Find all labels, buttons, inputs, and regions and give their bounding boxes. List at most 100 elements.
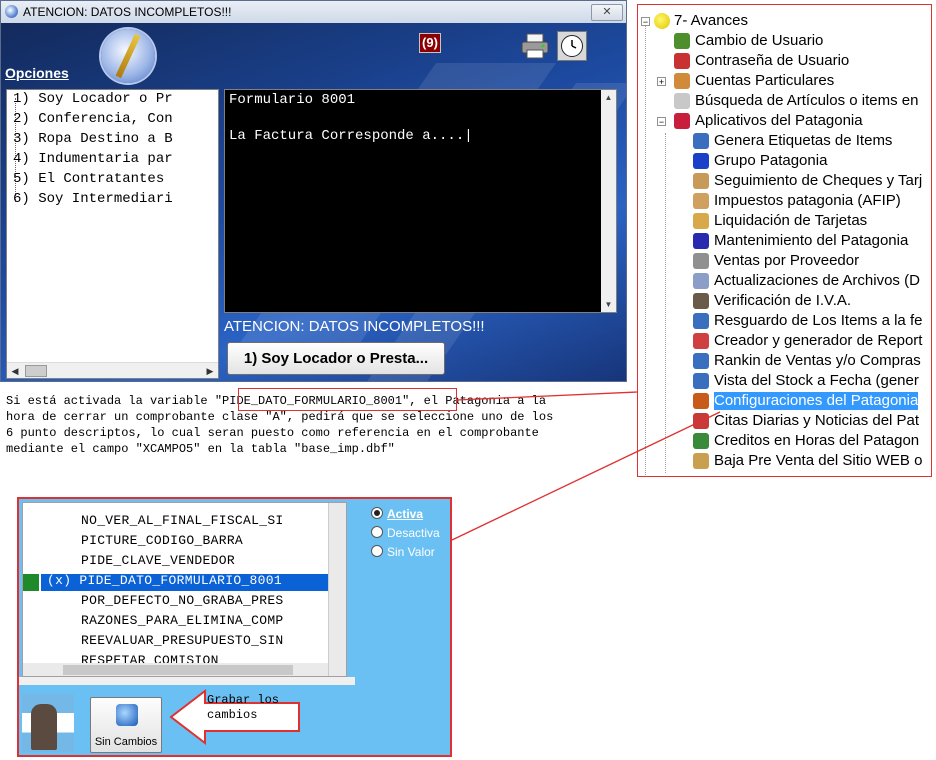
option-item-6[interactable]: 6) Soy Intermediari (13, 191, 173, 207)
radio-dot-checked[interactable] (371, 507, 383, 519)
tree-child-item[interactable]: Baja Pre Venta del Sitio WEB o (714, 452, 922, 470)
backup-icon (693, 313, 709, 329)
radio-activa[interactable]: Activa (371, 507, 423, 521)
option-item-1[interactable]: 1) Soy Locador o Pr (13, 91, 173, 107)
param-row[interactable]: POR_DEFECTO_NO_GRABA_PRES (81, 593, 284, 608)
radio-activa-label: Activa (387, 507, 424, 521)
radio-desactiva[interactable]: Desactiva (371, 526, 440, 540)
tree-child-item[interactable]: Resguardo de Los Items a la fe (714, 312, 922, 330)
tree-child-item[interactable]: Vista del Stock a Fecha (gener (714, 372, 919, 390)
opciones-label: Opciones (5, 65, 69, 81)
param-row[interactable]: PIDE_CLAVE_VENDEDOR (81, 553, 235, 568)
web-icon (693, 453, 709, 469)
report-icon (693, 333, 709, 349)
collapse-icon[interactable]: − (641, 17, 650, 27)
ranking-icon (693, 353, 709, 369)
option-item-5[interactable]: 5) El Contratantes (13, 171, 164, 187)
scroll-down-icon[interactable]: ▼ (601, 297, 616, 312)
tree-child-item[interactable]: Rankin de Ventas y/o Compras (714, 352, 921, 370)
tree-child-item[interactable]: Seguimiento de Cheques y Tarj (714, 172, 922, 190)
tree-child-item[interactable]: Actualizaciones de Archivos (D (714, 272, 920, 290)
tree-child-item[interactable]: Grupo Patagonia (714, 152, 827, 170)
param-row[interactable]: NO_VER_AL_FINAL_FISCAL_SI (81, 513, 284, 528)
scroll-right-icon[interactable]: ▶ (202, 363, 218, 378)
update-icon (693, 273, 709, 289)
expand-icon[interactable]: + (657, 77, 666, 87)
count-badge: (9) (419, 33, 441, 53)
tree-line (665, 133, 666, 473)
variable-highlight-box (238, 388, 457, 411)
card-icon (693, 213, 709, 229)
tree-child-item[interactable]: Mantenimiento del Patagonia (714, 232, 908, 250)
option-item-3[interactable]: 3) Ropa Destino a B (13, 131, 173, 147)
horizontal-scrollbar[interactable] (23, 663, 328, 676)
credits-icon (693, 433, 709, 449)
cheque-icon (693, 173, 709, 189)
param-row-selected[interactable]: (x) PIDE_DATO_FORMULARIO_8001 (47, 573, 282, 588)
option-item-2[interactable]: 2) Conferencia, Con (13, 111, 173, 127)
parameters-list[interactable]: NO_VER_AL_FINAL_FISCAL_SI PICTURE_CODIGO… (22, 502, 347, 677)
stock-icon (693, 373, 709, 389)
clock-face (561, 35, 583, 57)
scroll-thumb[interactable] (63, 665, 293, 675)
tree-item[interactable]: Cambio de Usuario (695, 32, 823, 50)
horizontal-scrollbar[interactable]: ◀ ▶ (7, 362, 218, 378)
terminal-line-1: Formulario 8001 (229, 92, 356, 108)
tree-child-item[interactable]: Liquidación de Tarjetas (714, 212, 867, 230)
tree-child-item[interactable]: Citas Diarias y Noticias del Pat (714, 412, 919, 430)
clock-icon[interactable] (557, 31, 587, 61)
tree-item[interactable]: Cuentas Particulares (695, 72, 834, 90)
supplier-icon (693, 253, 709, 269)
tree-item[interactable]: Búsqueda de Artículos o items en (695, 92, 918, 110)
sin-cambios-button[interactable]: Sin Cambios (90, 697, 162, 753)
printer-icon[interactable] (521, 33, 549, 59)
option-item-4[interactable]: 4) Indumentaria par (13, 151, 173, 167)
window-title: ATENCION: DATOS INCOMPLETOS!!! (23, 5, 232, 19)
tree-child-item[interactable]: Ventas por Proveedor (714, 252, 859, 270)
config-window: NO_VER_AL_FINAL_FISCAL_SI PICTURE_CODIGO… (17, 497, 452, 757)
radio-dot[interactable] (371, 545, 383, 557)
param-row[interactable]: PICTURE_CODIGO_BARRA (81, 533, 243, 548)
save-icon (116, 704, 138, 726)
tree-child-item[interactable]: Creditos en Horas del Patagon (714, 432, 919, 450)
save-callout: Grabar los cambios (169, 687, 309, 747)
scroll-up-icon[interactable]: ▲ (601, 90, 616, 105)
collapse-icon[interactable]: − (657, 117, 666, 127)
tree-child-item[interactable]: Verificación de I.V.A. (714, 292, 851, 310)
tree-item[interactable]: Contraseña de Usuario (695, 52, 849, 70)
search-doc-icon (674, 93, 690, 109)
tree-line (645, 17, 646, 476)
vertical-scrollbar[interactable]: ▲ ▼ (601, 90, 616, 312)
radio-sin-valor[interactable]: Sin Valor (371, 545, 435, 559)
scroll-left-icon[interactable]: ◀ (7, 363, 23, 378)
tree-child-item-selected[interactable]: Configuraciones del Patagonia (712, 391, 920, 411)
app-icon (5, 5, 18, 18)
radio-sin-valor-label: Sin Valor (387, 545, 435, 559)
compass-logo-icon (101, 29, 155, 83)
callout-text: Grabar los cambios (207, 693, 279, 723)
figure-image (31, 704, 57, 750)
title-bar: ATENCION: DATOS INCOMPLETOS!!! ✕ (1, 1, 626, 24)
person-icon (693, 293, 709, 309)
scroll-thumb[interactable] (25, 365, 47, 377)
param-row[interactable]: REEVALUAR_PRESUPUESTO_SIN (81, 633, 284, 648)
sin-cambios-label: Sin Cambios (94, 736, 158, 748)
users-icon (674, 33, 690, 49)
param-row[interactable]: RAZONES_PARA_ELIMINA_COMP (81, 613, 284, 628)
callout-line-2: cambios (207, 708, 258, 722)
tree-root[interactable]: 7- Avances (674, 12, 748, 30)
settings-icon (693, 393, 709, 409)
radio-dot[interactable] (371, 526, 383, 538)
selected-option-button[interactable]: 1) Soy Locador o Presta... (227, 342, 445, 375)
vertical-scrollbar[interactable] (328, 503, 346, 676)
tree-child-item[interactable]: Creador y generador de Report (714, 332, 922, 350)
formulario-text-area[interactable]: Formulario 8001 La Factura Corresponde a… (224, 89, 617, 313)
warning-label: ATENCION: DATOS INCOMPLETOS!!! (224, 318, 485, 335)
tree-child-item[interactable]: Impuestos patagonia (AFIP) (714, 192, 901, 210)
tree-item[interactable]: Aplicativos del Patagonia (695, 112, 863, 130)
active-marker (23, 574, 39, 591)
options-list[interactable]: 1) Soy Locador o Pr 2) Conferencia, Con … (6, 89, 219, 379)
tree-child-item[interactable]: Genera Etiquetas de Items (714, 132, 892, 150)
smiley-icon (654, 13, 670, 29)
close-button[interactable]: ✕ (591, 4, 623, 21)
